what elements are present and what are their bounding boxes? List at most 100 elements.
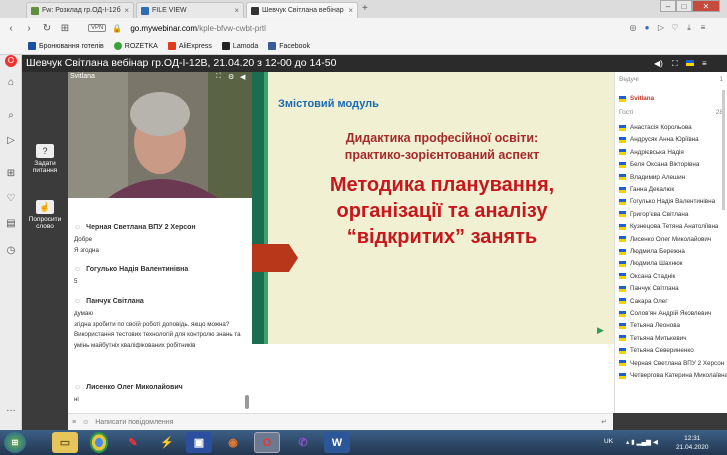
send-icon[interactable]: ↵ [601, 418, 607, 426]
participant-item[interactable]: Тетьяна Севериненко [619, 347, 727, 354]
camera-icon[interactable]: ◎ [628, 23, 638, 33]
participant-item[interactable]: Сакара Олег [619, 298, 727, 305]
emoji-icon[interactable]: ☺ [82, 419, 89, 426]
firefox-icon[interactable]: ◉ [220, 432, 246, 453]
file-icon [141, 6, 149, 15]
ask-question-button[interactable]: ? Задати питання [22, 144, 68, 174]
close-icon[interactable]: × [348, 6, 353, 15]
clock[interactable]: 12:31 21.04.2020 [676, 434, 709, 452]
search-icon[interactable]: ⌕ [5, 110, 17, 122]
presenter-item[interactable]: Svitlana [619, 95, 727, 102]
participant-item[interactable]: Лисенко Олег Миколайович [619, 236, 727, 243]
participant-item[interactable]: Панчук Світлана [619, 285, 727, 292]
participant-item[interactable]: Людмила Бережна [619, 248, 727, 255]
participant-item[interactable]: Андрусяк Анна Юріївна [619, 136, 727, 143]
start-button[interactable]: ⊞ [4, 432, 26, 453]
menu-icon[interactable]: ≡ [698, 23, 708, 33]
participant-item[interactable]: Кузнецова Тетяна Анатоліївна [619, 223, 727, 230]
send-icon[interactable]: ▷ [656, 23, 666, 33]
participant-name: Ганна Декалюк [630, 186, 675, 193]
flash-icon[interactable]: ⚡ [154, 432, 180, 453]
chat-input[interactable]: Написати повідомлення [95, 419, 173, 426]
app-icon[interactable]: ✎ [120, 432, 146, 453]
fullscreen-icon[interactable]: ⛶ [672, 59, 678, 69]
heart-icon[interactable]: ♡ [5, 193, 17, 205]
raise-hand-button[interactable]: ☝ Попросити слово [22, 200, 68, 230]
chrome-icon[interactable] [90, 432, 108, 453]
message-author: Лисенко Олег Миколайович [86, 384, 183, 391]
download-icon[interactable]: ⤓ [684, 23, 694, 33]
send-icon[interactable]: ▷ [5, 135, 17, 147]
flag-icon [619, 161, 626, 168]
language-indicator[interactable]: UK [604, 438, 613, 445]
bookmark-aliexpress[interactable]: AliExpress [167, 42, 212, 50]
close-icon[interactable]: × [124, 6, 129, 15]
explorer-icon[interactable]: ▭ [52, 432, 78, 453]
participant-item[interactable]: Ганна Декалюк [619, 186, 727, 193]
forward-icon[interactable]: › [20, 23, 38, 34]
participant-item[interactable]: Анастасія Корольова [619, 124, 727, 131]
home-icon[interactable]: ⌂ [5, 77, 17, 89]
tab-webinar[interactable]: Шевчук Світлана вебінар × [246, 2, 358, 18]
clock-icon[interactable]: ◷ [5, 245, 17, 257]
menu-icon[interactable]: ≡ [702, 59, 707, 68]
participant-item[interactable]: Владимир Алешин [619, 174, 727, 181]
rozetka-icon [113, 42, 122, 50]
word-icon[interactable]: W [324, 432, 350, 453]
bookmark-rozetka[interactable]: ROZETKA [113, 42, 158, 50]
participant-item[interactable]: Гогулько Надія Валентинівна [619, 198, 727, 205]
participants-scrollbar[interactable] [722, 90, 725, 210]
settings-icon[interactable]: ⚙ [228, 73, 234, 81]
bookmark-lamoda[interactable]: Lamoda [221, 42, 258, 50]
reload-icon[interactable]: ↻ [38, 23, 56, 34]
more-icon[interactable]: … [5, 403, 17, 415]
next-slide-icon[interactable]: ▶ [597, 325, 604, 336]
participant-item[interactable]: Григор'єва Світлана [619, 211, 727, 218]
close-icon[interactable]: × [234, 6, 239, 15]
mail-icon [31, 6, 39, 15]
url-domain: go.mywebinar.com [130, 23, 198, 33]
minimize-button[interactable]: – [660, 0, 676, 12]
fullscreen-icon[interactable]: ⛶ [216, 73, 221, 81]
participant-item[interactable]: Тетьяна Митькевич [619, 335, 727, 342]
back-icon[interactable]: ‹ [2, 23, 20, 34]
participant-item[interactable]: Черная Светлана ВПУ 2 Херсон [619, 360, 727, 367]
tab-email[interactable]: Fw: Розклад гр.ОД-І-12б × [26, 2, 134, 18]
menu-icon[interactable]: ≡ [72, 419, 76, 426]
heart-icon[interactable]: ♡ [670, 23, 680, 33]
tab-file-view[interactable]: FILE VIEW × [136, 2, 244, 18]
chat-scrollbar[interactable] [245, 395, 249, 409]
flag-icon [619, 347, 626, 354]
participant-item[interactable]: Солов'ян Андрій Яковлевич [619, 310, 727, 317]
flag-icon [619, 360, 626, 367]
participant-item[interactable]: Андрієвська Надія [619, 149, 727, 156]
new-tab-button[interactable]: + [362, 3, 368, 14]
bookmark-hotels[interactable]: Бронювання готелів [28, 42, 104, 50]
participant-item[interactable]: Тетьяна Леонова [619, 322, 727, 329]
participant-name: Гогулько Надія Валентинівна [630, 198, 716, 206]
grid-icon[interactable]: ⊞ [56, 23, 74, 34]
participant-item[interactable]: Четвергова Катерина Миколаївна [619, 372, 727, 379]
bookmark-facebook[interactable]: Facebook [268, 42, 310, 50]
shield-icon[interactable]: ● [642, 23, 652, 33]
opera-logo-icon[interactable]: O [5, 55, 17, 67]
viber-icon[interactable]: ✆ [290, 432, 316, 453]
url-field[interactable]: go.mywebinar.com/kple-bfvw-cwbt-prtl [130, 24, 266, 33]
participant-item[interactable]: Беля Оксана Вікторівна [619, 161, 727, 168]
tray-icons[interactable]: ▴ ▮ ▂▄▆ ◀ [626, 438, 658, 446]
volume-icon[interactable]: ◀ [240, 73, 245, 81]
tab-label: Fw: Розклад гр.ОД-І-12б [42, 7, 121, 14]
volume-icon[interactable]: ◀) [654, 59, 663, 68]
maximize-button[interactable]: □ [676, 0, 692, 12]
flag-icon [619, 149, 626, 156]
opera-icon[interactable]: O [254, 432, 280, 453]
close-window-button[interactable]: ✕ [692, 0, 720, 12]
save-app-icon[interactable]: ▣ [186, 432, 212, 453]
history-icon[interactable]: ▤ [5, 218, 17, 230]
participant-item[interactable]: Оксана Стаднік [619, 273, 727, 280]
grid-icon[interactable]: ⊞ [5, 168, 17, 180]
tab-label: Шевчук Світлана вебінар [262, 7, 344, 14]
participant-item[interactable]: Людмила Шахнюк [619, 260, 727, 267]
vpn-badge[interactable]: VPN [88, 24, 107, 32]
participant-name: Владимир Алешин [630, 173, 686, 181]
